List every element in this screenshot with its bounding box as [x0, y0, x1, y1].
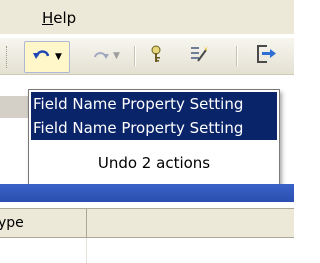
insert-rows-button[interactable] [254, 41, 294, 71]
toolbar-grip[interactable] [6, 46, 9, 68]
table-design-grid-header: ype [0, 208, 294, 238]
menu-help[interactable]: Help [42, 9, 76, 27]
grid-cell-divider [86, 238, 87, 263]
toolbar-separator [134, 46, 136, 66]
toolbar-separator [236, 46, 238, 66]
wand-icon [189, 44, 209, 68]
undo-history-dropdown: Field Name Property Setting Field Name P… [28, 89, 280, 185]
undo-dropdown-arrow-icon[interactable]: ▼ [55, 52, 62, 62]
menu-help-mnemonic: H [42, 9, 54, 27]
builder-button[interactable] [186, 41, 212, 71]
primary-key-button[interactable] [144, 41, 168, 71]
redo-button[interactable]: ▼ [86, 41, 126, 71]
menu-bar: Help [0, 0, 294, 34]
insert-rows-icon [254, 43, 288, 69]
menu-help-label: elp [53, 9, 77, 27]
undo-button[interactable]: ▼ [24, 41, 70, 73]
redo-icon [92, 47, 110, 66]
redo-dropdown-arrow-icon[interactable]: ▼ [113, 51, 120, 61]
undo-icon [32, 47, 52, 67]
column-header-data-type[interactable]: ype [0, 209, 87, 237]
toolbar: ▼ ▼ [0, 37, 294, 75]
undo-count-status: Undo 2 actions [97, 154, 211, 172]
table-row[interactable] [0, 238, 294, 263]
undo-history-item[interactable]: Field Name Property Setting [31, 92, 277, 116]
window-title-band [0, 184, 294, 202]
undo-history-item[interactable]: Field Name Property Setting [31, 116, 277, 140]
key-icon [149, 45, 163, 67]
grid-background-strip [0, 96, 28, 118]
